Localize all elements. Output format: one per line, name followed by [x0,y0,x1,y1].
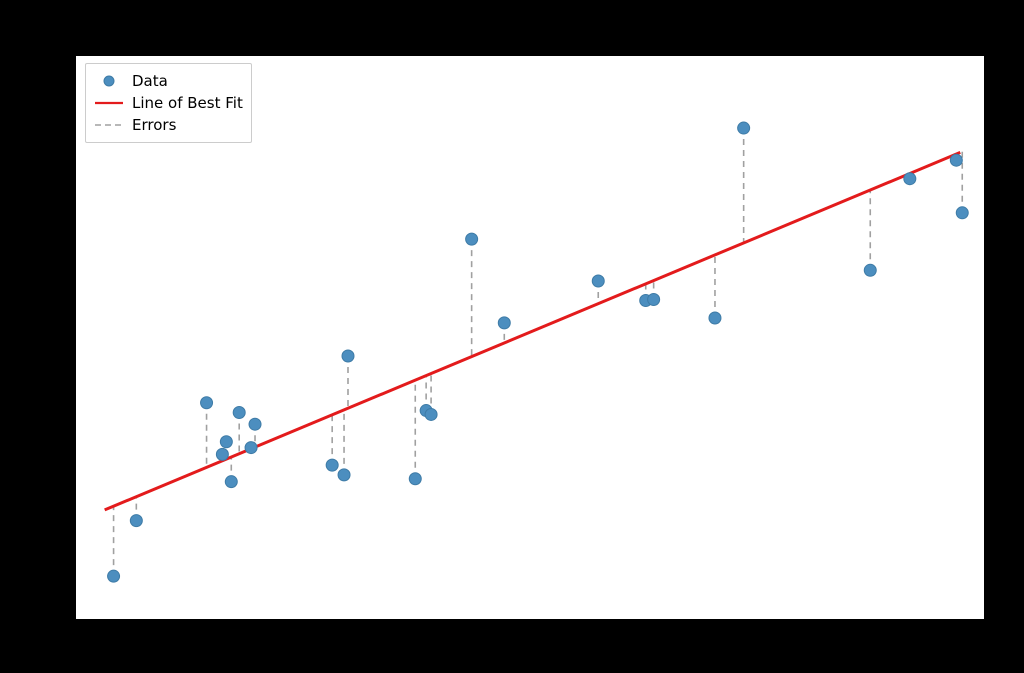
data-point [904,173,916,185]
data-point [592,275,604,287]
data-point [709,312,721,324]
data-point [233,407,245,419]
data-point [466,233,478,245]
legend-marker-errors [94,118,124,132]
data-point [498,317,510,329]
data-point [950,154,962,166]
data-point [108,570,120,582]
data-point [201,397,213,409]
fit-line [105,152,961,510]
legend-entry-errors: Errors [94,114,243,136]
legend-marker-data [94,74,124,88]
data-point [956,207,968,219]
data-point [648,294,660,306]
legend-label-errors: Errors [132,116,176,134]
data-point [245,442,257,454]
fit-line-series [105,152,961,510]
data-series [108,122,969,582]
data-point [326,459,338,471]
data-point [225,476,237,488]
legend-marker-fit [94,96,124,110]
legend-entry-fit: Line of Best Fit [94,92,243,114]
data-point [409,473,421,485]
legend-label-fit: Line of Best Fit [132,94,243,112]
data-point [738,122,750,134]
data-point [425,408,437,420]
data-point [338,469,350,481]
data-point [864,264,876,276]
data-point [220,436,232,448]
errors-series [114,128,963,576]
data-point [342,350,354,362]
legend-entry-data: Data [94,70,243,92]
legend: Data Line of Best Fit Errors [85,63,252,143]
data-point [130,515,142,527]
data-point [249,418,261,430]
data-point [216,448,228,460]
legend-label-data: Data [132,72,168,90]
